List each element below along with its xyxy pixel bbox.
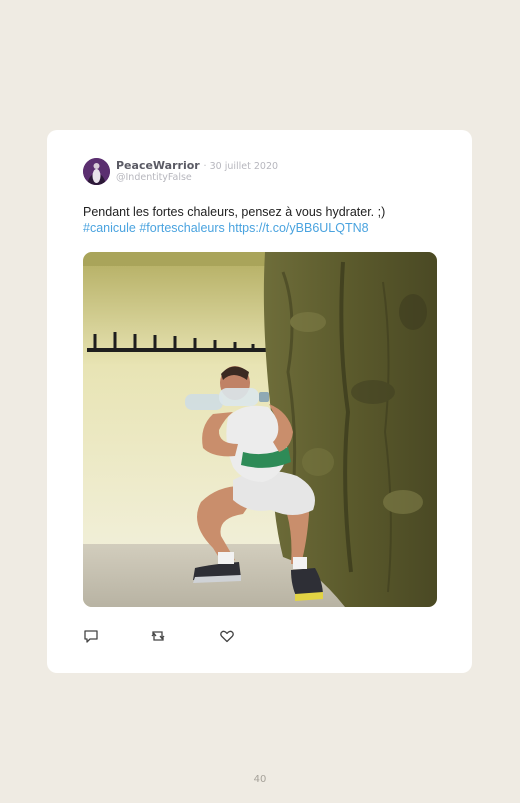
heart-icon xyxy=(220,630,234,643)
author-name[interactable]: PeaceWarrior xyxy=(116,159,200,172)
tweet-text-line: Pendant les fortes chaleurs, pensez à vo… xyxy=(83,205,386,219)
post-date[interactable]: · 30 juillet 2020 xyxy=(204,161,279,172)
tweet-link[interactable]: https://t.co/yBB6ULQTN8 xyxy=(228,221,368,235)
hashtag-forteschaleurs[interactable]: #forteschaleurs xyxy=(139,221,224,235)
tweet-text: Pendant les fortes chaleurs, pensez à vo… xyxy=(83,204,443,236)
tweet-actions xyxy=(83,628,283,644)
hashtag-canicule[interactable]: #canicule xyxy=(83,221,136,235)
reply-button[interactable] xyxy=(83,628,99,644)
like-button[interactable] xyxy=(219,628,235,644)
reply-icon xyxy=(84,630,98,643)
author-handle[interactable]: @IndentityFalse xyxy=(116,172,192,183)
page: { "tweet": { "author": { "display_name":… xyxy=(0,0,520,803)
tweet-card: PeaceWarrior · 30 juillet 2020 @Indentit… xyxy=(47,130,472,673)
author-row: PeaceWarrior · 30 juillet 2020 xyxy=(116,159,278,172)
avatar[interactable] xyxy=(83,158,110,185)
page-number: 40 xyxy=(253,774,267,785)
retweet-icon xyxy=(151,631,165,641)
avatar-image xyxy=(83,158,110,185)
tweet-media-photo[interactable] xyxy=(83,252,437,607)
retweet-button[interactable] xyxy=(150,628,166,644)
photo-illustration xyxy=(83,252,437,607)
tweet-links-line: #canicule #forteschaleurs https://t.co/y… xyxy=(83,220,443,236)
